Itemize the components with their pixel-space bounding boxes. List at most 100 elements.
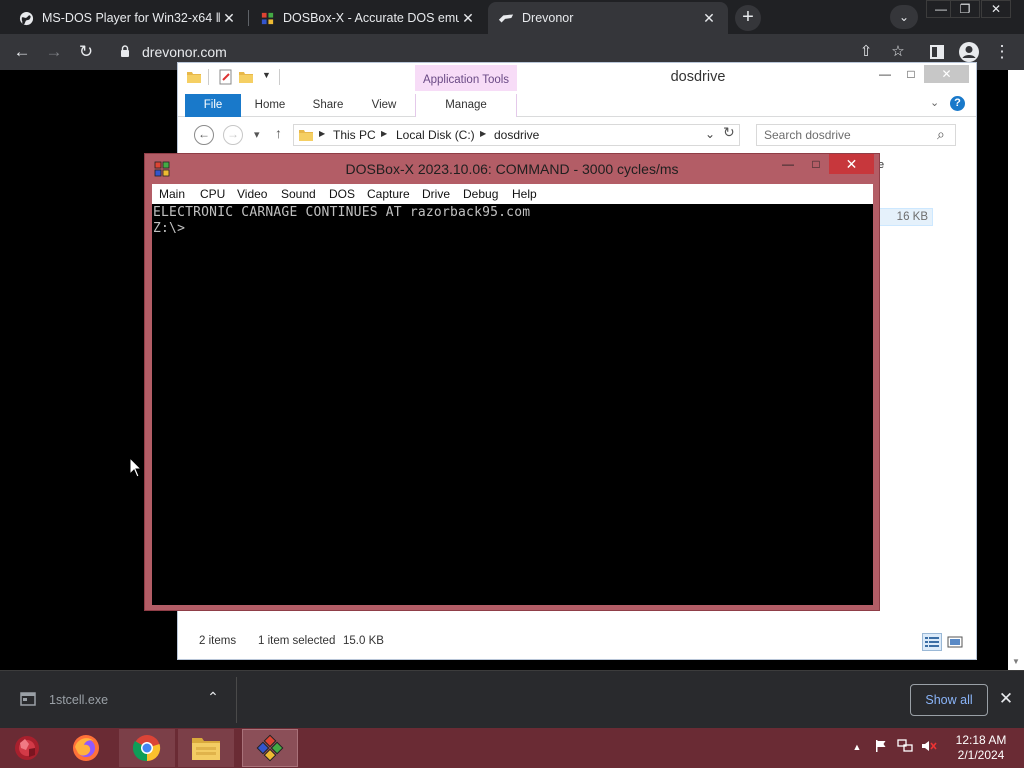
folder-icon — [187, 72, 201, 83]
new-folder-icon[interactable] — [238, 69, 254, 85]
menu-dos[interactable]: DOS — [329, 187, 355, 201]
forward-arrow-icon[interactable]: → — [42, 40, 66, 64]
drevonor-icon — [498, 10, 514, 26]
profile-avatar-icon[interactable] — [957, 40, 981, 64]
breadcrumb-separator-icon: ▶ — [381, 129, 388, 138]
download-shelf: 1stcell.exe ⌃ Show all ✕ — [0, 670, 1024, 728]
taskbar-chrome[interactable] — [119, 729, 175, 767]
new-tab-button[interactable]: + — [735, 5, 761, 31]
back-circle-icon[interactable]: ← — [194, 125, 214, 145]
ribbon-tab-manage[interactable]: Manage — [415, 94, 517, 117]
customize-quick-access-icon[interactable]: ▼ — [262, 70, 271, 80]
download-options-chevron-icon[interactable]: ⌃ — [203, 687, 223, 707]
breadcrumb-this-pc[interactable]: This PC — [333, 128, 376, 142]
ribbon-tab-home[interactable]: Home — [247, 94, 293, 117]
back-arrow-icon[interactable]: ← — [10, 40, 34, 64]
dosbox-menu-bar: Main CPU Video Sound DOS Capture Drive D… — [152, 184, 873, 204]
explorer-minimize-button[interactable]: — — [872, 65, 898, 83]
forward-circle-icon[interactable]: → — [223, 125, 243, 145]
dosbox-x-window[interactable]: DOSBox-X 2023.10.06: COMMAND - 3000 cycl… — [144, 153, 880, 611]
toolbar-divider — [279, 69, 280, 85]
network-icon[interactable] — [897, 739, 913, 755]
dosbox-title-bar[interactable]: DOSBox-X 2023.10.06: COMMAND - 3000 cycl… — [145, 154, 879, 182]
taskbar-dosbox-x[interactable] — [242, 729, 298, 767]
explorer-maximize-button[interactable]: □ — [898, 65, 924, 83]
tab-close-icon[interactable]: ✕ — [220, 10, 238, 27]
taskbar-clock[interactable]: 12:18 AM 2/1/2024 — [948, 733, 1014, 763]
taskbar: ▲ 12:18 AM 2/1/2024 — [0, 728, 1024, 768]
dosbox-close-button[interactable]: ✕ — [829, 154, 874, 174]
bookmark-star-icon[interactable]: ☆ — [886, 40, 910, 64]
tab-close-icon[interactable]: ✕ — [459, 10, 477, 27]
executable-file-icon — [20, 692, 36, 706]
page-scrollbar[interactable]: ▼ — [1008, 70, 1024, 670]
dos-console-screen[interactable]: ELECTRONIC CARNAGE CONTINUES AT razorbac… — [152, 204, 873, 605]
tab-dosbox-x[interactable]: DOSBox-X - Accurate DOS emula ✕ — [249, 2, 487, 34]
recent-locations-chevron-icon[interactable]: ▾ — [254, 128, 260, 141]
explorer-address-box[interactable]: ▶ This PC ▶ Local Disk (C:) ▶ dosdrive ⌄… — [293, 124, 740, 146]
selected-file-size[interactable]: 16 KB — [878, 208, 933, 226]
explorer-status-bar: 2 items 1 item selected 15.0 KB — [178, 629, 976, 653]
volume-muted-icon[interactable] — [921, 739, 937, 755]
console-line: ELECTRONIC CARNAGE CONTINUES AT razorbac… — [153, 205, 531, 220]
action-center-flag-icon[interactable] — [873, 739, 889, 755]
menu-capture[interactable]: Capture — [367, 187, 410, 201]
tab-drevonor[interactable]: Drevonor ✕ — [488, 2, 728, 34]
breadcrumb-local-disk[interactable]: Local Disk (C:) — [396, 128, 475, 142]
refresh-icon[interactable]: ↻ — [723, 124, 735, 141]
tab-msdos-player[interactable]: MS-DOS Player for Win32-x64 ‖ ✕ — [8, 2, 248, 34]
tab-close-icon[interactable]: ✕ — [700, 10, 718, 27]
taskbar-file-explorer[interactable] — [178, 729, 234, 767]
share-icon[interactable]: ⇧ — [854, 40, 878, 64]
menu-video[interactable]: Video — [237, 187, 267, 201]
menu-help[interactable]: Help — [512, 187, 537, 201]
clock-date: 2/1/2024 — [957, 748, 1005, 762]
properties-icon[interactable] — [218, 69, 234, 85]
window-maximize-button[interactable]: ❐ — [950, 0, 980, 18]
dosbox-minimize-button[interactable]: — — [774, 154, 802, 174]
chrome-icon — [132, 735, 161, 762]
explorer-address-row: ← → ▾ ↑ ▶ This PC ▶ Local Disk (C:) ▶ do… — [178, 119, 976, 151]
explorer-close-button[interactable]: ✕ — [924, 65, 969, 83]
taskbar-firefox[interactable] — [58, 729, 114, 767]
start-button[interactable] — [0, 729, 54, 767]
help-icon[interactable]: ? — [950, 96, 965, 111]
search-icon[interactable]: ⌕ — [937, 126, 945, 143]
url-text[interactable]: drevonor.com — [142, 44, 227, 60]
menu-cpu[interactable]: CPU — [200, 187, 225, 201]
start-orb-icon — [15, 736, 39, 760]
ribbon-tab-view[interactable]: View — [361, 94, 407, 117]
ribbon-tab-file[interactable]: File — [185, 94, 241, 117]
reload-icon[interactable]: ↻ — [74, 40, 98, 64]
details-view-icon[interactable] — [922, 633, 942, 651]
menu-sound[interactable]: Sound — [281, 187, 316, 201]
folder-icon — [299, 130, 313, 141]
dosbox-icon — [154, 161, 170, 177]
menu-drive[interactable]: Drive — [422, 187, 450, 201]
menu-debug[interactable]: Debug — [463, 187, 498, 201]
download-file-name[interactable]: 1stcell.exe — [49, 693, 108, 707]
mouse-cursor-icon — [129, 457, 143, 478]
show-hidden-icons-chevron-icon[interactable]: ▲ — [849, 739, 865, 755]
ribbon-tab-share[interactable]: Share — [305, 94, 351, 117]
tab-search-chevron-icon[interactable]: ⌄ — [890, 5, 918, 29]
close-shelf-icon[interactable]: ✕ — [996, 687, 1016, 711]
breadcrumb-dosdrive[interactable]: dosdrive — [494, 128, 539, 142]
up-arrow-icon[interactable]: ↑ — [275, 125, 282, 141]
sidebar-icon[interactable] — [925, 40, 949, 64]
tab-title: DOSBox-X - Accurate DOS emula — [283, 11, 459, 25]
lock-icon — [121, 45, 129, 57]
address-dropdown-chevron-icon[interactable]: ⌄ — [705, 127, 715, 141]
large-icons-view-icon[interactable] — [945, 633, 965, 651]
browser-tab-strip: MS-DOS Player for Win32-x64 ‖ ✕ DOSBox-X… — [0, 0, 1024, 34]
breadcrumb-separator-icon: ▶ — [319, 129, 326, 138]
browser-menu-icon[interactable]: ⋮ — [990, 40, 1014, 64]
show-all-downloads-button[interactable]: Show all — [910, 684, 988, 716]
window-close-button[interactable]: ✕ — [981, 0, 1011, 18]
search-placeholder: Search dosdrive — [764, 128, 851, 142]
dosbox-maximize-button[interactable]: □ — [802, 154, 830, 174]
explorer-title-bar[interactable]: ▼ Application Tools dosdrive — □ ✕ — [178, 63, 976, 91]
menu-main[interactable]: Main — [159, 187, 185, 201]
ribbon-expand-chevron-icon[interactable]: ⌄ — [930, 96, 939, 109]
explorer-search-input[interactable]: Search dosdrive ⌕ — [756, 124, 956, 146]
